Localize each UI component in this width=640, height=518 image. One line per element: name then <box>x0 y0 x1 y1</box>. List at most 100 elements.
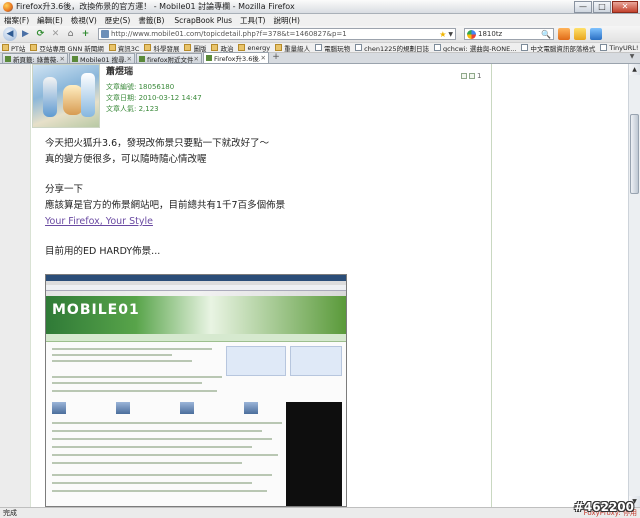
report-icon[interactable] <box>469 73 475 79</box>
menu-help[interactable]: 說明(H) <box>273 15 300 26</box>
tab[interactable]: firefox附近文件...✕ <box>136 53 202 63</box>
reload-button[interactable]: ⟳ <box>34 28 47 41</box>
back-button[interactable]: ◀ <box>3 27 17 41</box>
shot-banner: MOBILE01 <box>46 296 346 334</box>
status-text: 完成 <box>3 509 17 517</box>
post-text-line: 目前用的ED HARDY佈景... <box>45 246 161 257</box>
bookmark-item[interactable]: 電腦玩物 <box>315 43 350 52</box>
bookmark-item[interactable]: 資訊3C <box>108 43 139 52</box>
username[interactable]: 蕭煜瑞 <box>106 64 133 77</box>
tab-favicon-icon <box>139 55 145 62</box>
add-bookmark-button[interactable]: + <box>79 28 92 41</box>
bookmark-item[interactable]: 圖版 <box>184 43 206 52</box>
bookmark-item[interactable]: 亞站專用 GNN 新聞網 <box>30 43 104 52</box>
tab-favicon-icon <box>206 55 212 61</box>
bookmark-item[interactable]: chen1225的規劃日誌 <box>355 43 429 52</box>
forward-button[interactable]: ▶ <box>19 28 32 41</box>
folder-icon <box>2 44 9 51</box>
bookmark-item[interactable]: 重量級人 <box>275 43 310 52</box>
bookmark-item[interactable]: PT站 <box>2 43 25 52</box>
menu-history[interactable]: 歷史(S) <box>105 15 131 26</box>
close-button[interactable]: ✕ <box>612 0 638 13</box>
shot-side-panel <box>286 402 342 506</box>
embedded-screenshot[interactable]: MOBILE01 <box>45 274 347 507</box>
new-tab-button[interactable]: + <box>270 53 282 63</box>
bookmark-star-icon[interactable]: ★ <box>439 30 446 39</box>
vertical-scrollbar[interactable]: ▲ ▼ <box>628 64 640 507</box>
post-text-line: 應該算是官方的佈景網站吧，目前總共有1千7百多個佈景 <box>45 200 286 211</box>
menu-file[interactable]: 檔案(F) <box>4 15 29 26</box>
page-icon <box>434 44 441 51</box>
right-margin <box>493 64 628 507</box>
bookmark-item[interactable]: 中文電腦資訊部落格式 <box>521 43 595 52</box>
url-bar[interactable]: http://www.mobile01.com/topicdetail.php?… <box>98 28 456 40</box>
menu-scrapbook[interactable]: ScrapBook Plus <box>174 16 232 25</box>
folder-icon <box>144 44 152 51</box>
shot-text-row <box>52 446 252 448</box>
menu-tools[interactable]: 工具(T) <box>240 15 265 26</box>
close-tab-icon[interactable]: ✕ <box>127 55 132 63</box>
quote-icon[interactable] <box>461 73 467 79</box>
shot-text-row <box>52 430 262 432</box>
avatar[interactable] <box>32 64 100 128</box>
url-input[interactable]: http://www.mobile01.com/topicdetail.php?… <box>111 30 439 38</box>
bookmark-item[interactable]: 政治 <box>211 43 233 52</box>
folder-icon <box>108 44 116 51</box>
shot-thumb <box>180 402 194 414</box>
theme-site-link[interactable]: Your Firefox, Your Style <box>45 214 465 230</box>
sync-icon[interactable] <box>590 28 602 40</box>
folder-icon <box>238 44 246 51</box>
bookmark-item[interactable]: gchcwi: 選曲與-RONE... <box>434 43 516 52</box>
avatar-figure <box>63 85 83 115</box>
menu-edit[interactable]: 編輯(E) <box>37 15 63 26</box>
scroll-thumb[interactable] <box>630 114 639 194</box>
page-icon <box>600 44 608 51</box>
folder-icon <box>30 44 38 51</box>
shot-ad-box <box>290 346 342 376</box>
bookmark-item[interactable]: 科學發展 <box>144 43 179 52</box>
tab[interactable]: Mobile01 搜尋...✕ <box>69 53 135 63</box>
tab-list-icon[interactable]: ▼ <box>627 53 637 63</box>
tab-active[interactable]: Firefox升3.6後...✕ <box>203 52 269 63</box>
avatar-figure <box>81 73 95 117</box>
watermark: #462200 <box>573 500 634 514</box>
shot-text-row <box>52 354 172 356</box>
shot-thumb <box>244 402 258 414</box>
page-icon <box>521 44 529 51</box>
shot-text-row <box>52 482 252 484</box>
menu-view[interactable]: 檢視(V) <box>71 15 97 26</box>
shot-text-row <box>52 438 272 440</box>
folder-icon <box>211 44 219 51</box>
search-bar[interactable]: 1810tz 🔍 <box>464 28 554 40</box>
post-text-line: 真的變方便很多，可以隨時隨心情改喔 <box>45 154 207 165</box>
menu-bar: 檔案(F) 編輯(E) 檢視(V) 歷史(S) 書籤(B) ScrapBook … <box>0 14 640 26</box>
bookmark-item[interactable]: energy <box>238 44 270 52</box>
shot-thumb <box>116 402 130 414</box>
addon-icon[interactable] <box>574 28 586 40</box>
folder-icon <box>275 44 283 51</box>
close-tab-icon[interactable]: ✕ <box>60 55 65 63</box>
chevron-down-icon[interactable]: ▼ <box>448 31 453 38</box>
search-input[interactable]: 1810tz <box>478 30 541 38</box>
tab-favicon-icon <box>72 55 78 62</box>
maximize-button[interactable]: □ <box>593 0 611 13</box>
close-tab-icon[interactable]: ✕ <box>194 55 199 63</box>
download-icon[interactable] <box>558 28 570 40</box>
home-button[interactable]: ⌂ <box>64 28 77 41</box>
site-favicon-icon <box>101 30 109 38</box>
shot-text-row <box>52 454 278 456</box>
minimize-button[interactable]: — <box>574 0 592 13</box>
page-margin <box>0 64 30 507</box>
page-icon <box>315 44 323 51</box>
scroll-up-icon[interactable]: ▲ <box>629 64 640 75</box>
close-tab-icon[interactable]: ✕ <box>261 54 266 62</box>
post-text-line: 分享一下 <box>45 184 84 195</box>
menu-bookmarks[interactable]: 書籤(B) <box>138 15 164 26</box>
firefox-icon <box>3 1 13 12</box>
bookmark-item[interactable]: TinyURL! <box>600 44 638 52</box>
shot-text-row <box>52 360 192 362</box>
stop-button[interactable]: ✕ <box>49 28 62 41</box>
search-icon[interactable]: 🔍 <box>541 30 551 39</box>
tab[interactable]: 新頁籤: 綠薔薇... ✕ <box>2 53 68 63</box>
